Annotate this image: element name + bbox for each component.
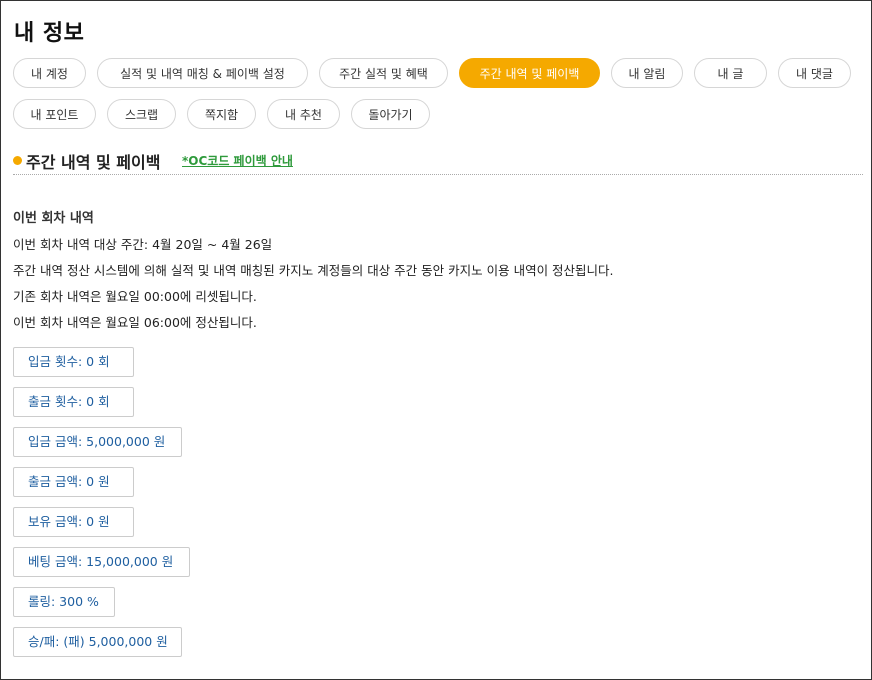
oc-code-payback-link[interactable]: *OC코드 페이백 안내 [182, 152, 293, 169]
stat-deposit-count: 입금 횟수: 0 회 [13, 347, 134, 377]
bullet-dot-icon [13, 156, 22, 165]
tab-my-posts[interactable]: 내 글 [694, 58, 767, 88]
tab-messages[interactable]: 쪽지함 [187, 99, 256, 129]
info-line-settle: 이번 회차 내역은 월요일 06:00에 정산됩니다. [13, 315, 257, 330]
stat-withdraw-count: 출금 횟수: 0 회 [13, 387, 134, 417]
stat-withdraw-amount: 출금 금액: 0 원 [13, 467, 134, 497]
stat-balance: 보유 금액: 0 원 [13, 507, 134, 537]
page-title: 내 정보 [14, 21, 85, 46]
tab-weekly-history-payback[interactable]: 주간 내역 및 페이백 [459, 58, 600, 88]
tab-matching-payback-settings[interactable]: 실적 및 내역 매칭 & 페이백 설정 [97, 58, 308, 88]
tab-my-account[interactable]: 내 계정 [13, 58, 86, 88]
tab-my-comments[interactable]: 내 댓글 [778, 58, 851, 88]
section-title: 주간 내역 및 페이백 [26, 153, 161, 172]
section-header: 주간 내역 및 페이백 *OC코드 페이백 안내 [13, 148, 863, 175]
tab-my-alarms[interactable]: 내 알림 [611, 58, 683, 88]
tab-go-back[interactable]: 돌아가기 [351, 99, 430, 129]
stat-win-loss: 승/패: (패) 5,000,000 원 [13, 627, 182, 657]
stat-deposit-amount: 입금 금액: 5,000,000 원 [13, 427, 182, 457]
tab-my-points[interactable]: 내 포인트 [13, 99, 96, 129]
page-frame: 내 정보 내 계정 실적 및 내역 매칭 & 페이백 설정 주간 실적 및 혜택… [0, 0, 872, 680]
tab-my-recommend[interactable]: 내 추천 [267, 99, 340, 129]
info-block: 이번 회차 내역 이번 회차 내역 대상 주간: 4월 20일 ~ 4월 26일… [13, 209, 614, 339]
stat-betting-amount: 베팅 금액: 15,000,000 원 [13, 547, 190, 577]
tab-bar: 내 계정 실적 및 내역 매칭 & 페이백 설정 주간 실적 및 혜택 주간 내… [13, 58, 863, 129]
info-line-reset: 기존 회차 내역은 월요일 00:00에 리셋됩니다. [13, 289, 257, 304]
stat-rolling: 롤링: 300 % [13, 587, 115, 617]
info-line-system: 주간 내역 정산 시스템에 의해 실적 및 내역 매칭된 카지노 계정들의 대상… [13, 263, 614, 278]
stats-list: 입금 횟수: 0 회 출금 횟수: 0 회 입금 금액: 5,000,000 원… [13, 347, 190, 667]
tab-scrap[interactable]: 스크랩 [107, 99, 176, 129]
info-subhead: 이번 회차 내역 [13, 211, 94, 226]
tab-weekly-performance[interactable]: 주간 실적 및 혜택 [319, 58, 448, 88]
info-line-week: 이번 회차 내역 대상 주간: 4월 20일 ~ 4월 26일 [13, 237, 273, 252]
